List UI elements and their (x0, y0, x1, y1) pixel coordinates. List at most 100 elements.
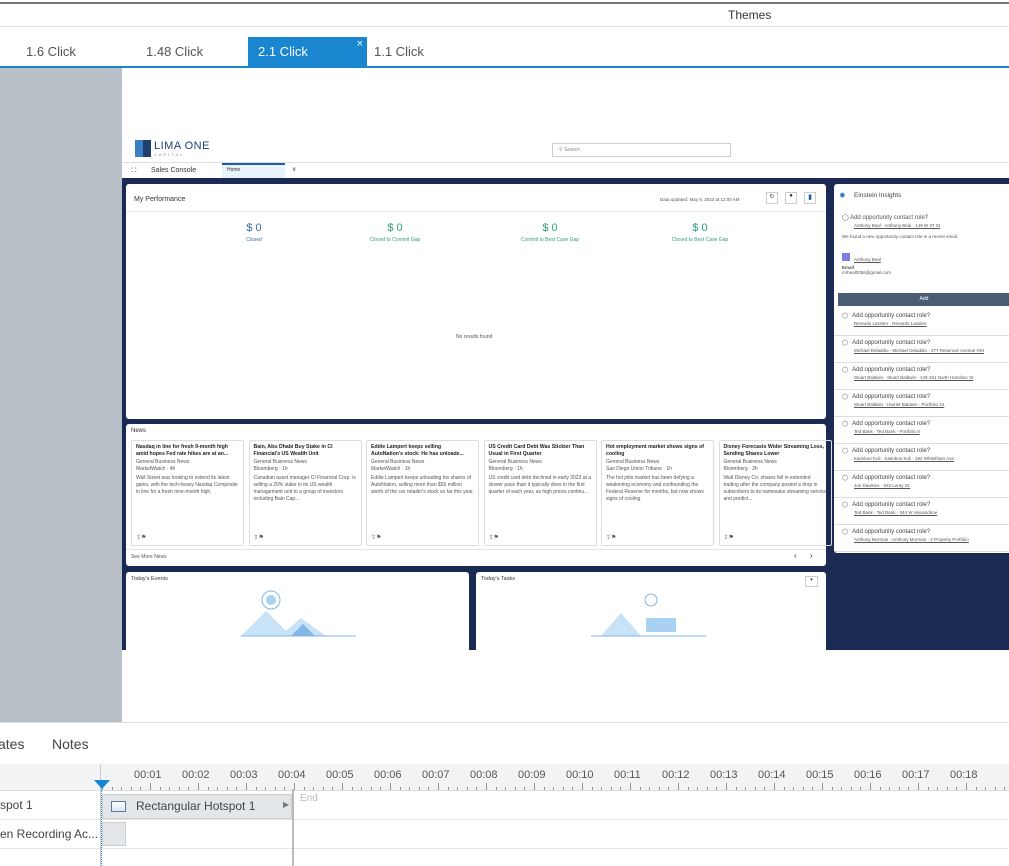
news-title[interactable]: Bain, Abu Dhabi Buy Stake in CI Financia… (254, 444, 357, 459)
insight-subtitle[interactable]: Ted Bank · Ted Bank - 344 W Alexandrine (854, 510, 1008, 515)
tick-mark (217, 787, 219, 790)
news-title[interactable]: Disney Forecasts Wider Streaming Loss, S… (724, 444, 827, 459)
tick-mark (399, 787, 401, 790)
tick-mark (390, 783, 391, 790)
tick-label: 00:03 (230, 769, 258, 781)
insight-item[interactable]: ◯ Add opportunity contact role? Stuart Bal… (834, 363, 1009, 390)
insight-subtitle[interactable]: Renardo Lassiter · Renardo Lassiter (854, 321, 1008, 326)
nav-tab-home[interactable]: Home (222, 163, 285, 178)
bell-icon[interactable]: ● (785, 192, 797, 204)
recording-clip[interactable] (102, 822, 126, 846)
share-flag-icon[interactable]: ⇪⚑ (606, 534, 616, 542)
hotspot-clip[interactable]: Rectangular Hotspot 1 ▶ (102, 794, 292, 819)
share-flag-icon[interactable]: ⇪⚑ (724, 534, 734, 542)
tick-label: 00:06 (374, 769, 402, 781)
tick-mark (841, 787, 843, 790)
tick-mark (754, 787, 756, 790)
tick-mark (130, 787, 132, 790)
insight-item[interactable]: ◯ Add opportunity contact role? Kaimbon Ku… (834, 444, 1009, 471)
news-title[interactable]: Nasdaq in line for fresh 9-month high am… (136, 444, 239, 459)
tick-mark (562, 787, 564, 790)
share-flag-icon[interactable]: ⇪⚑ (254, 534, 264, 542)
divider (0, 26, 1009, 27)
insight-item[interactable]: ◯ Add opportunity contact role? Anthony Mo… (834, 525, 1009, 552)
slide-canvas[interactable]: LIMA ONE CAPITAL ⚲ Search ∷ Sales Consol… (122, 68, 1009, 722)
tab-1-6-click[interactable]: 1.6 Click (0, 37, 120, 66)
share-flag-icon[interactable]: ⇪⚑ (371, 534, 381, 542)
insight-subtitle[interactable]: Ted Bank · Ted Bank - Portfolio 8 (854, 429, 1008, 434)
insight-item[interactable]: ◯ Add opportunity contact role? Renardo La… (834, 309, 1009, 336)
tick-mark (678, 783, 679, 790)
tick-mark (466, 787, 468, 790)
refresh-icon[interactable]: ↻ (766, 192, 778, 204)
insight-item[interactable]: ◯ Add opportunity contact role? Michael De… (834, 336, 1009, 363)
news-item[interactable]: US Credit Card Debt Was Stickier Than Us… (483, 440, 597, 546)
app-launcher-icon[interactable]: ∷ (131, 165, 137, 176)
card-title: News (131, 428, 147, 434)
insight-subtitle[interactable]: Stuart Baldwin · Harriet Baldwin - Portf… (854, 402, 1008, 407)
nav-bar: ∷ Sales Console Home ∨ (122, 162, 1009, 178)
end-marker[interactable] (292, 789, 294, 866)
news-title[interactable]: Hot employment market shows signs of coo… (606, 444, 709, 459)
tab-label: 1.1 Click (374, 44, 424, 59)
playhead-icon[interactable] (94, 780, 110, 789)
insight-item[interactable]: ◯ Add opportunity contact role? Ted Bank ·… (834, 498, 1009, 525)
tab-notes[interactable]: Notes (52, 736, 89, 752)
play-arrow-icon[interactable]: ▶ (283, 800, 289, 809)
add-button[interactable]: Add (838, 293, 1009, 306)
tick-mark (246, 783, 247, 790)
insight-subtitle[interactable]: Stuart Baldwin · Stuart Baldwin - 149-15… (854, 375, 1008, 380)
tick-mark (226, 787, 228, 790)
card-title: Today's Events (131, 576, 168, 582)
my-performance-card: My Performance Data updated: May 8, 2023… (126, 184, 826, 419)
search-input[interactable]: ⚲ Search (552, 143, 731, 157)
tick-mark (486, 783, 487, 790)
news-title[interactable]: Eddie Lampert keeps selling AutoNation's… (371, 444, 474, 459)
tick-label: 00:14 (758, 769, 786, 781)
tab-1-48-click[interactable]: 1.48 Click (120, 37, 240, 66)
news-item[interactable]: Nasdaq in line for fresh 9-month high am… (131, 440, 244, 546)
tick-mark (543, 787, 545, 790)
tab-2-1-click[interactable]: 2.1 Click × (248, 37, 367, 66)
tick-mark (975, 787, 977, 790)
contact-link[interactable]: Anthony Beal (842, 253, 1008, 262)
metric-label: Closed to Best Case Gap (671, 237, 729, 243)
insight-item[interactable]: ◯ Add opportunity contact role? Stuart Bal… (834, 390, 1009, 417)
chevron-left-icon[interactable]: ‹ (794, 551, 797, 560)
tick-mark (898, 787, 900, 790)
share-flag-icon[interactable]: ⇪⚑ (489, 534, 499, 542)
share-flag-icon[interactable]: ⇪⚑ (136, 534, 146, 542)
row-label: spot 1 (0, 798, 33, 812)
insight-item[interactable]: ◯ Add opportunity contact role? Joe Dawkin… (834, 471, 1009, 498)
dropdown-icon[interactable]: ▾ (805, 576, 818, 587)
news-item[interactable]: Hot employment market shows signs of coo… (601, 440, 714, 546)
see-more-news-link[interactable]: See More News (131, 554, 167, 560)
tab-states[interactable]: ates (0, 736, 24, 752)
news-item[interactable]: Eddie Lampert keeps selling AutoNation's… (366, 440, 479, 546)
tick-mark (620, 787, 622, 790)
news-item[interactable]: Bain, Abu Dhabi Buy Stake in CI Financia… (248, 440, 362, 546)
timeline-ruler[interactable]: 00:01 00:02 00:03 00:04 00:05 00:06 00:07 00:08… (0, 764, 1009, 791)
tick-mark (668, 787, 670, 790)
close-icon[interactable]: × (357, 38, 363, 50)
insight-subtitle[interactable]: Kaimbon Kuli · Kaimbon Kuli - 182 Whitef… (854, 456, 1008, 461)
news-title[interactable]: US Credit Card Debt Was Stickier Than Us… (489, 444, 592, 459)
chevron-down-icon[interactable]: ∨ (292, 166, 296, 173)
themes-menu[interactable]: Themes (728, 8, 771, 22)
tab-1-1-click[interactable]: 1.1 Click (367, 37, 487, 66)
insight-subtitle[interactable]: Anthony Beal · Anthony Beal - 149 W 37 S… (854, 223, 1008, 228)
insight-subtitle[interactable]: Anthony Morman · Anthony Morman - 2 Prop… (854, 537, 1008, 542)
chart-icon[interactable]: ▮ (804, 192, 816, 204)
tick-mark (284, 787, 286, 790)
news-item[interactable]: Disney Forecasts Wider Streaming Loss, S… (718, 440, 832, 546)
insight-subtitle[interactable]: Michael Deladdio · Michael Deladdio - 27… (854, 348, 1008, 353)
chevron-right-icon[interactable]: › (810, 551, 813, 560)
insight-item[interactable]: ◯ Add opportunity contact role? Ted Bank ·… (834, 417, 1009, 444)
news-source: Bloomberg · 2h (723, 465, 758, 472)
timeline-row[interactable]: en Recording Ac... (0, 820, 1009, 849)
tick-mark (860, 787, 862, 790)
insight-subtitle[interactable]: Joe Dawkins · 833 Leray St. (854, 483, 1008, 488)
tick-mark (188, 787, 190, 790)
tick-label: 00:08 (470, 769, 498, 781)
tick-mark (1004, 787, 1006, 790)
